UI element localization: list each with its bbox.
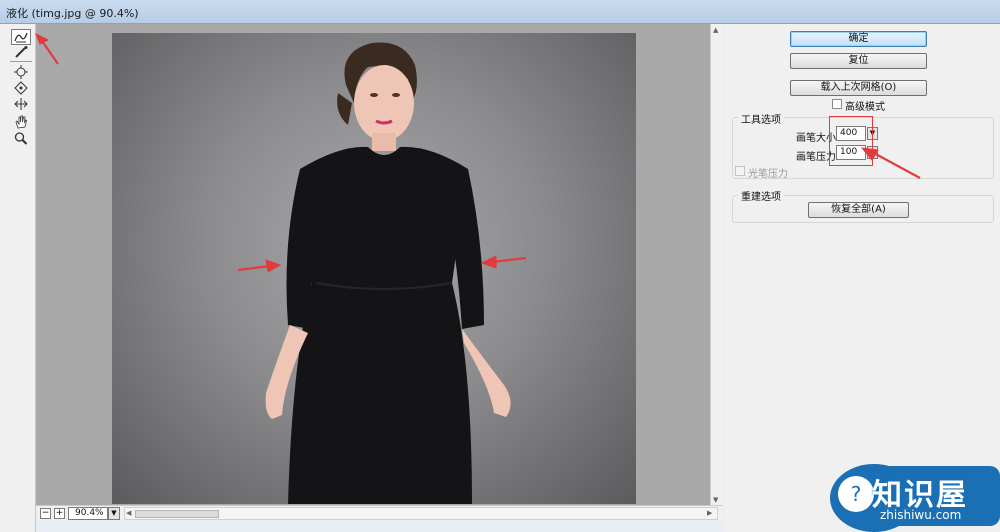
window-title: 液化 (timg.jpg @ 90.4%) (6, 7, 139, 20)
push-left-icon[interactable] (11, 96, 31, 112)
zoom-out-button[interactable]: − (40, 508, 51, 519)
reset-button[interactable]: 复位 (790, 53, 927, 69)
advanced-mode-checkbox[interactable] (832, 99, 842, 109)
zoom-level-field[interactable]: 90.4% (68, 507, 108, 520)
zoom-dropdown-button[interactable]: ▼ (108, 507, 120, 520)
stylus-pressure-checkbox[interactable] (735, 166, 745, 176)
vertical-scrollbar[interactable]: ▲ ▼ (710, 24, 722, 508)
advanced-mode-label: 高级模式 (845, 102, 885, 113)
ok-button[interactable]: 确定 (790, 31, 927, 47)
scroll-left-icon[interactable]: ◀ (126, 509, 131, 517)
forward-warp-icon[interactable] (11, 29, 31, 45)
title-bar: 液化 (timg.jpg @ 90.4%) (0, 0, 1000, 24)
load-last-mesh-button[interactable]: 载入上次网格(O) (790, 80, 927, 96)
zoom-in-button[interactable]: + (54, 508, 65, 519)
photo-preview[interactable] (112, 33, 636, 504)
svg-text:?: ? (851, 482, 862, 506)
tool-strip (0, 24, 36, 532)
stylus-pressure-label: 光笔压力 (748, 169, 788, 180)
scroll-right-icon[interactable]: ▶ (707, 509, 712, 517)
scroll-down-icon[interactable]: ▼ (713, 496, 718, 504)
hand-icon[interactable] (11, 114, 31, 130)
zoom-icon[interactable] (11, 130, 31, 146)
bloat-icon[interactable] (11, 80, 31, 96)
tool-divider (10, 61, 32, 62)
pucker-icon[interactable] (11, 64, 31, 80)
watermark-domain: zhishiwu.com (880, 508, 962, 522)
preview-canvas[interactable] (36, 24, 722, 508)
restore-all-button[interactable]: 恢复全部(A) (808, 202, 909, 218)
highlight-box (829, 116, 873, 166)
zoom-bar: − + 90.4% ▼ ◀ ▶ (36, 505, 722, 520)
reconstruct-options-legend: 重建选项 (738, 188, 784, 203)
reconstruct-icon[interactable] (11, 44, 31, 60)
horizontal-scroll-thumb[interactable] (135, 510, 219, 518)
tool-options-legend: 工具选项 (738, 111, 784, 126)
options-panel: 确定 复位 载入上次网格(O) 高级模式 工具选项 画笔大小: 400 ▼ 画笔… (724, 24, 1000, 532)
horizontal-scrollbar[interactable]: ◀ ▶ (124, 507, 718, 520)
scroll-up-icon[interactable]: ▲ (713, 26, 718, 34)
watermark: ? 知识屋 zhishiwu.com (826, 460, 1000, 532)
